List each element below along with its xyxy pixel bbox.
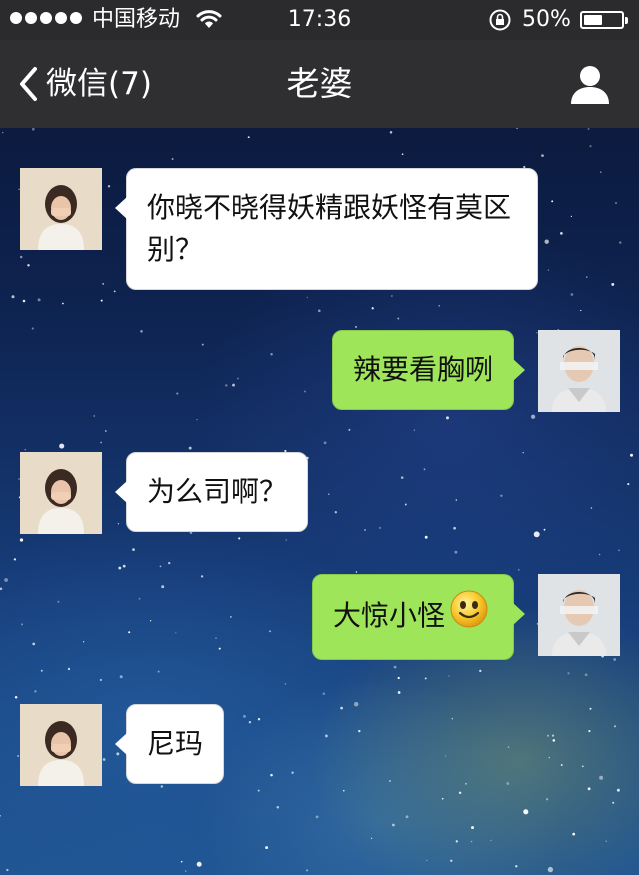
battery-level (584, 15, 602, 25)
contact-avatar[interactable] (20, 168, 102, 250)
contact-avatar[interactable] (20, 452, 102, 534)
message-bubble-outgoing[interactable]: 大惊小怪 (312, 574, 525, 660)
message-text: 你晓不晓得妖精跟妖怪有莫区别？ (147, 191, 512, 266)
my-avatar[interactable] (538, 330, 620, 412)
message-bubble-incoming[interactable]: 为么司啊？ (115, 452, 308, 532)
battery-percent: 50% (522, 7, 571, 32)
contact-avatar[interactable] (20, 704, 102, 786)
page-title: 老婆 (286, 64, 353, 103)
message-text: 为么司啊？ (147, 475, 288, 508)
message-bubble-incoming[interactable]: 你晓不晓得妖精跟妖怪有莫区别？ (115, 168, 538, 290)
person-icon (571, 66, 609, 104)
message-text: 尼玛 (147, 727, 204, 760)
my-avatar[interactable] (538, 574, 620, 656)
rotation-lock-icon (488, 8, 512, 36)
message-bubble-outgoing[interactable]: 辣要看胸咧 (332, 330, 525, 410)
message-text: 大惊小怪 (333, 599, 446, 632)
smiley-emoji-icon (449, 589, 489, 641)
message-bubble-incoming[interactable]: 尼玛 (115, 704, 224, 784)
battery-icon (580, 11, 628, 29)
message-text: 辣要看胸咧 (353, 353, 494, 386)
message-list: 你晓不晓得妖精跟妖怪有莫区别？ 辣要看胸咧 为么司啊？ 大惊小怪 尼玛 (0, 128, 639, 875)
profile-button[interactable] (566, 64, 614, 106)
nav-bar: 微信(7) 老婆 (0, 40, 639, 128)
status-bar: 中国移动 17:36 50% (0, 0, 639, 40)
